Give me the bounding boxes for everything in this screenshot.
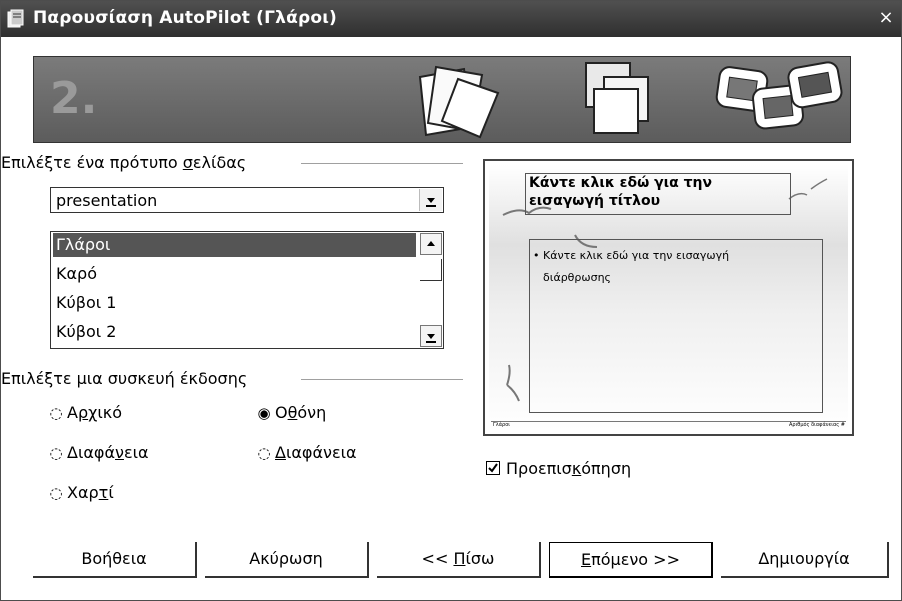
checkbox-checked-icon[interactable] [486,461,500,475]
preview-checkbox[interactable]: Προεπισκόπηση [486,459,631,478]
radio-label-mnemonic: ρ [77,403,89,422]
step-banner: 2. [33,56,851,143]
radio-slide[interactable]: ◌ Διαφάνεια [49,443,149,462]
combobox-value: presentation [56,191,158,210]
radio-button-icon[interactable]: ◌ [49,444,63,462]
arrow-up-icon[interactable] [420,233,442,255]
radio-label-end: εια [123,443,149,462]
slides-icon [715,61,843,130]
slide-preview: Κάντε κλικ εδώ για την εισαγωγή τίτλου •… [483,159,854,436]
autopilot-presentation-icon [7,9,25,29]
pages-icon [418,65,500,139]
title-bar[interactable]: Παρουσίαση AutoPilot (Γλάροι) × [1,1,901,37]
slide-bullet-line: • Κάντε κλικ εδώ για την εισαγωγή [533,249,730,262]
checkbox-label-end: όπηση [581,459,632,478]
radio-label: Ο [275,403,288,422]
list-item[interactable]: Γλάροι [53,233,416,257]
template-listbox[interactable]: Γλάροι Καρό Κύβοι 1 Κύβοι 2 [50,231,444,349]
radio-button-icon[interactable]: ◌ [49,484,63,502]
autopilot-dialog: Παρουσίαση AutoPilot (Γλάροι) × 2. Επιλέ… [0,0,902,601]
list-scrollbar[interactable] [420,233,442,347]
scroll-thumb[interactable] [420,259,442,281]
slide-title-line: Κάντε κλικ εδώ για την [529,175,713,191]
output-medium-group-label: Επιλέξτε μια συσκευή έκδοσης [1,369,252,388]
help-button[interactable]: Βοήθεια [33,542,197,578]
step-number: 2. [50,73,98,124]
radio-label-end: ιαφάνεια [285,443,357,462]
radio-label-mnemonic: τ [98,483,109,502]
checkbox-label-mnemonic: κ [571,459,582,478]
radio-label-end: όνη [297,403,327,422]
group-label-mnemonic: σ [182,153,193,172]
slide-title-line: εισαγωγή τίτλου [529,193,661,209]
window-title: Παρουσίαση AutoPilot (Γλάροι) [33,8,338,28]
button-label-mnemonic: Ε [581,550,592,569]
list-item[interactable]: Καρό [53,262,416,286]
radio-label: Χαρ [67,483,99,502]
button-label: << [421,549,454,568]
banner-illustration [418,61,843,139]
slide-title-text: Κάντε κλικ εδώ για την εισαγωγή τίτλου [529,174,789,210]
radio-paper[interactable]: ◌ Χαρτί [49,483,114,502]
group-label-text: Επιλέξτε ένα πρότυπο [1,153,183,172]
radio-label-mnemonic: ν [115,443,124,462]
create-button[interactable]: Δημιουργία [721,542,889,578]
chevron-down-icon[interactable] [419,189,442,211]
radio-label-mnemonic: Δ [275,443,286,462]
group-separator [301,379,463,380]
overlapping-squares-icon [585,62,649,134]
radio-button-icon[interactable]: ◌ [257,444,271,462]
radio-button-icon[interactable]: ◌ [49,404,63,422]
radio-label-end: ί [108,483,114,502]
close-icon[interactable]: × [875,5,897,31]
slide-outline-text: • Κάντε κλικ εδώ για την εισαγωγή διάρθρ… [533,245,813,289]
group-label-text-end: ελίδας [192,153,247,172]
list-item[interactable]: Κύβοι 1 [53,291,416,315]
radio-original[interactable]: ◌ Αρχικό [49,403,122,422]
slide-footer-left: Γλάροι [493,422,510,428]
arrow-down-icon[interactable] [420,325,442,347]
back-button[interactable]: << Πίσω [377,542,541,578]
radio-label-mnemonic: θ [287,403,298,422]
radio-screen[interactable]: ◉ Οθόνη [257,403,326,422]
checkbox-label: Προεπισ [506,459,572,478]
group-separator [301,163,463,164]
radio-button-selected-icon[interactable]: ◉ [257,404,271,422]
page-template-group-label: Επιλέξτε ένα πρότυπο σελίδας [1,153,251,172]
slide-footer-right: Αριθμός διαφάνειας # [789,422,845,428]
button-label-end: ίσω [465,549,495,568]
radio-label-end: χικό [88,403,122,422]
preview-slide: Κάντε κλικ εδώ για την εισαγωγή τίτλου •… [489,165,848,430]
next-button[interactable]: Επόμενο >> [549,542,713,578]
slide-bullet-line: διάρθρωσης [543,271,612,284]
button-label-end: πόμενο >> [591,550,680,569]
button-label-mnemonic: Π [453,549,466,568]
template-category-combobox[interactable]: presentation [50,187,444,213]
radio-label: Α [67,403,78,422]
radio-transparency[interactable]: ◌ Διαφάνεια [257,443,357,462]
cancel-button[interactable]: Ακύρωση [205,542,369,578]
radio-label: Διαφά [67,443,116,462]
list-item[interactable]: Κύβοι 2 [53,320,416,344]
